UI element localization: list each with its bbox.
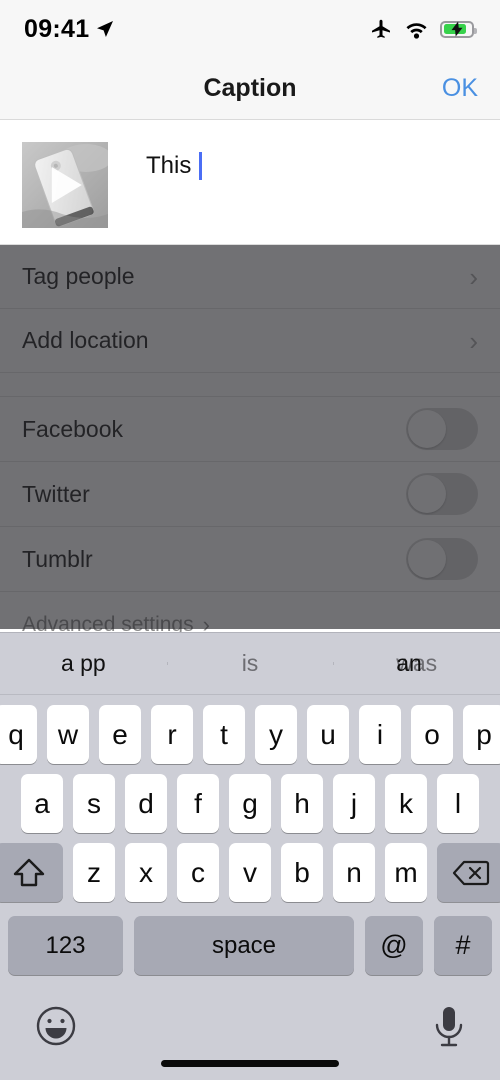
key-p[interactable]: p	[463, 705, 500, 764]
shift-key[interactable]	[0, 843, 63, 902]
key-f[interactable]: f	[177, 774, 219, 833]
key-u[interactable]: u	[307, 705, 349, 764]
prediction-2[interactable]: is	[166, 650, 334, 677]
key-l[interactable]: l	[437, 774, 479, 833]
twitter-toggle[interactable]	[406, 473, 478, 515]
video-thumbnail[interactable]	[22, 142, 108, 228]
location-arrow-icon	[97, 21, 114, 37]
key-x[interactable]: x	[125, 843, 167, 902]
key-t[interactable]: t	[203, 705, 245, 764]
home-indicator[interactable]	[161, 1060, 339, 1067]
key-i[interactable]: i	[359, 705, 401, 764]
predictive-text-bar: a pp is was an	[0, 633, 500, 695]
toggle-knob	[408, 410, 446, 448]
key-v[interactable]: v	[229, 843, 271, 902]
option-label: Facebook	[22, 415, 124, 442]
phone-screen: 09:41 Caption OK This Tag people › Add l…	[0, 0, 500, 1080]
key-r[interactable]: r	[151, 705, 193, 764]
play-triangle-icon	[51, 167, 82, 203]
page-title: Caption	[203, 74, 297, 102]
hash-key[interactable]: #	[434, 916, 492, 975]
key-d[interactable]: d	[125, 774, 167, 833]
keyboard-row-3: z x c v b n m	[0, 843, 500, 902]
prediction-label: is	[241, 650, 259, 676]
key-c[interactable]: c	[177, 843, 219, 902]
tumblr-toggle[interactable]	[406, 538, 478, 580]
option-label: Twitter	[22, 480, 90, 507]
caption-input-row[interactable]: This	[0, 120, 500, 245]
space-key[interactable]: space	[134, 916, 354, 975]
key-g[interactable]: g	[229, 774, 271, 833]
navigation-bar: Caption OK	[0, 58, 500, 120]
ok-button[interactable]: OK	[442, 74, 478, 103]
key-n[interactable]: n	[333, 843, 375, 902]
key-o[interactable]: o	[411, 705, 453, 764]
caption-value: This	[146, 152, 192, 179]
backspace-key[interactable]	[437, 843, 500, 902]
chevron-right-icon: ›	[469, 325, 478, 356]
key-y[interactable]: y	[255, 705, 297, 764]
toggle-knob	[408, 540, 446, 578]
option-label: Tag people	[22, 263, 135, 289]
numbers-key[interactable]: 123	[8, 916, 123, 975]
airplane-mode-icon	[372, 19, 390, 38]
option-label: Tumblr	[22, 545, 93, 572]
option-row-twitter[interactable]: Twitter	[0, 462, 500, 527]
facebook-toggle[interactable]	[406, 408, 478, 450]
option-row-tumblr[interactable]: Tumblr	[0, 527, 500, 592]
on-screen-keyboard: a pp is was an q w e r t y u i o p a s d…	[0, 632, 500, 1080]
key-z[interactable]: z	[73, 843, 115, 902]
keyboard-row-2: a s d f g h j k l	[0, 774, 500, 833]
caption-text-field[interactable]: This	[146, 152, 203, 180]
backspace-delete-icon	[452, 860, 490, 885]
keyboard-row-1: q w e r t y u i o p	[0, 705, 500, 764]
key-q[interactable]: q	[0, 705, 37, 764]
key-b[interactable]: b	[281, 843, 323, 902]
chevron-right-icon: ›	[469, 261, 478, 292]
status-icons	[369, 17, 477, 41]
key-a[interactable]: a	[21, 774, 63, 833]
prediction-label-stack: was an	[396, 650, 437, 677]
text-caret	[199, 152, 203, 180]
key-m[interactable]: m	[385, 843, 427, 902]
section-spacer	[0, 373, 500, 397]
key-s[interactable]: s	[73, 774, 115, 833]
key-h[interactable]: h	[281, 774, 323, 833]
key-k[interactable]: k	[385, 774, 427, 833]
shift-arrow-icon	[13, 858, 45, 886]
key-j[interactable]: j	[333, 774, 375, 833]
option-row-facebook[interactable]: Facebook	[0, 397, 500, 462]
option-row-add-location[interactable]: Add location ›	[0, 309, 500, 373]
option-row-tag-people[interactable]: Tag people ›	[0, 245, 500, 309]
charging-bolt-icon	[451, 21, 463, 37]
key-e[interactable]: e	[99, 705, 141, 764]
status-time-group: 09:41	[24, 15, 114, 44]
battery-charging-icon	[440, 20, 477, 38]
option-label: Add location	[22, 327, 149, 353]
at-key[interactable]: @	[365, 916, 423, 975]
prediction-label: a pp	[60, 650, 106, 676]
keyboard-row-4: 123 space @ #	[0, 916, 500, 975]
wifi-icon	[406, 22, 427, 39]
options-list: Tag people › Add location › Facebook Twi…	[0, 245, 500, 637]
prediction-3[interactable]: was an	[333, 650, 500, 677]
toggle-knob	[408, 475, 446, 513]
status-time: 09:41	[24, 14, 90, 43]
prediction-1[interactable]: a pp	[0, 650, 167, 677]
emoji-smiley-icon[interactable]	[34, 1004, 78, 1048]
prediction-label-overlay: an	[396, 650, 422, 676]
status-bar: 09:41	[0, 0, 500, 58]
key-w[interactable]: w	[47, 705, 89, 764]
microphone-icon[interactable]	[432, 1004, 466, 1050]
